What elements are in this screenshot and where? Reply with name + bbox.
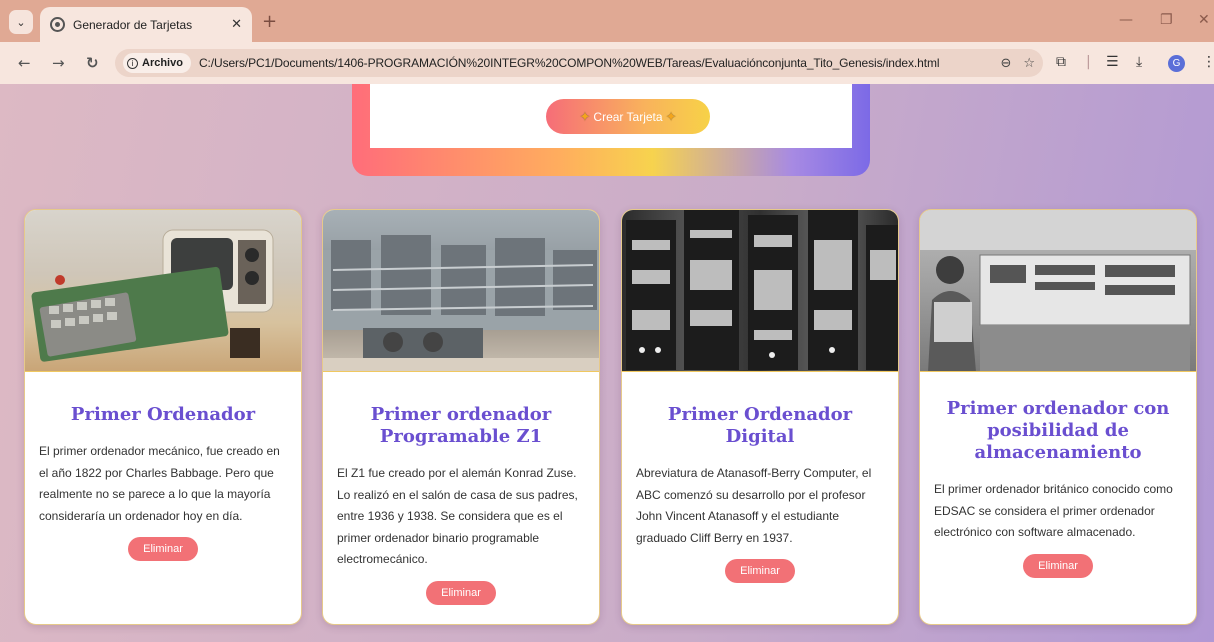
card-body: Primer ordenador Programable Z1 El Z1 fu… (323, 372, 599, 605)
browser-toolbar: ← → ↻ i Archivo C:/Users/PC1/Documents/1… (0, 42, 1214, 84)
site-info-chip[interactable]: i Archivo (123, 53, 191, 73)
restore-icon[interactable]: ❐ (1160, 12, 1173, 28)
card-description: El Z1 fue creado por el alemán Konrad Zu… (337, 466, 578, 566)
menu-kebab-icon[interactable]: ⋮ (1202, 54, 1214, 70)
delete-card-button[interactable]: Eliminar (128, 537, 198, 561)
z1-machine-illustration (323, 235, 599, 371)
card-body: Primer Ordenador El primer ordenador mec… (25, 372, 301, 561)
card-description: El primer ordenador mecánico, fue creado… (39, 444, 280, 523)
card-body: Primer ordenador con posibilidad de alma… (920, 372, 1196, 578)
tab-title: Generador de Tarjetas (73, 17, 193, 32)
delete-card-button[interactable]: Eliminar (1023, 553, 1093, 578)
minimize-icon[interactable]: — (1119, 12, 1133, 28)
active-tab[interactable]: Generador de Tarjetas ✕ (40, 7, 252, 42)
download-icon[interactable]: ⤓ (1136, 54, 1142, 70)
card-image-edsac-console (920, 210, 1196, 372)
url-text[interactable]: C:/Users/PC1/Documents/1406-PROGRAMACIÓN… (199, 56, 988, 70)
card-title: Primer ordenador con posibilidad de alma… (946, 398, 1170, 463)
page-viewport: ✦ Crear Tarjeta ✦ Primer Ordenador El pr… (0, 84, 1214, 642)
card-ordenador-digital: Primer Ordenador Digital Abreviatura de … (621, 209, 899, 625)
browser-tab-bar: ⌄ Generador de Tarjetas ✕ + — ❐ ✕ (0, 0, 1214, 42)
bookmark-star-icon[interactable]: ☆ (1023, 56, 1035, 71)
card-title: Primer Ordenador Digital (667, 404, 853, 447)
reading-list-icon[interactable]: ☰ (1106, 54, 1119, 70)
card-description: Abreviatura de Atanasoff-Berry Computer,… (636, 466, 872, 545)
info-icon: i (127, 57, 138, 69)
close-tab-icon[interactable]: ✕ (231, 17, 242, 32)
card-almacenamiento: Primer ordenador con posibilidad de alma… (919, 209, 1197, 625)
card-body: Primer Ordenador Digital Abreviatura de … (622, 372, 898, 583)
address-bar[interactable]: i Archivo C:/Users/PC1/Documents/1406-PR… (115, 49, 1043, 77)
vintage-computer-illustration (31, 229, 274, 362)
sparkle-icon: ✦ (579, 108, 591, 124)
site-info-label: Archivo (142, 57, 183, 69)
extensions-puzzle-icon[interactable]: ⧉ (1056, 54, 1066, 70)
card-image-z1-machine (323, 210, 599, 372)
zoom-icon[interactable]: ⊖ (1000, 56, 1011, 71)
card-generator-form: ✦ Crear Tarjeta ✦ (352, 84, 870, 176)
form-panel: ✦ Crear Tarjeta ✦ (370, 84, 852, 148)
back-arrow-icon[interactable]: ← (18, 54, 31, 72)
sparkle-icon: ✦ (665, 108, 677, 124)
abc-computer-illustration (626, 210, 898, 370)
create-card-label: Crear Tarjeta (593, 109, 663, 124)
edsac-console-illustration (920, 210, 1196, 371)
chevron-down-icon: ⌄ (16, 15, 26, 29)
tab-search-menu-button[interactable]: ⌄ (9, 10, 33, 34)
card-primer-ordenador: Primer Ordenador El primer ordenador mec… (24, 209, 302, 625)
new-tab-plus-icon[interactable]: + (262, 11, 277, 32)
card-programable-z1: Primer ordenador Programable Z1 El Z1 fu… (322, 209, 600, 625)
forward-arrow-icon[interactable]: → (52, 54, 65, 72)
card-image-apple-computer (25, 210, 301, 372)
delete-card-button[interactable]: Eliminar (426, 580, 496, 605)
profile-avatar[interactable]: G (1168, 55, 1185, 72)
globe-icon (50, 17, 65, 32)
close-window-icon[interactable]: ✕ (1198, 12, 1210, 28)
toolbar-divider: | (1086, 54, 1091, 70)
create-card-button[interactable]: ✦ Crear Tarjeta ✦ (546, 99, 710, 134)
reload-icon[interactable]: ↻ (86, 54, 99, 72)
delete-card-button[interactable]: Eliminar (725, 559, 795, 583)
card-title: Primer ordenador Programable Z1 (370, 404, 552, 447)
card-image-abc-computer (622, 210, 898, 372)
card-description: El primer ordenador británico conocido c… (934, 482, 1173, 539)
card-title: Primer Ordenador (70, 404, 256, 425)
